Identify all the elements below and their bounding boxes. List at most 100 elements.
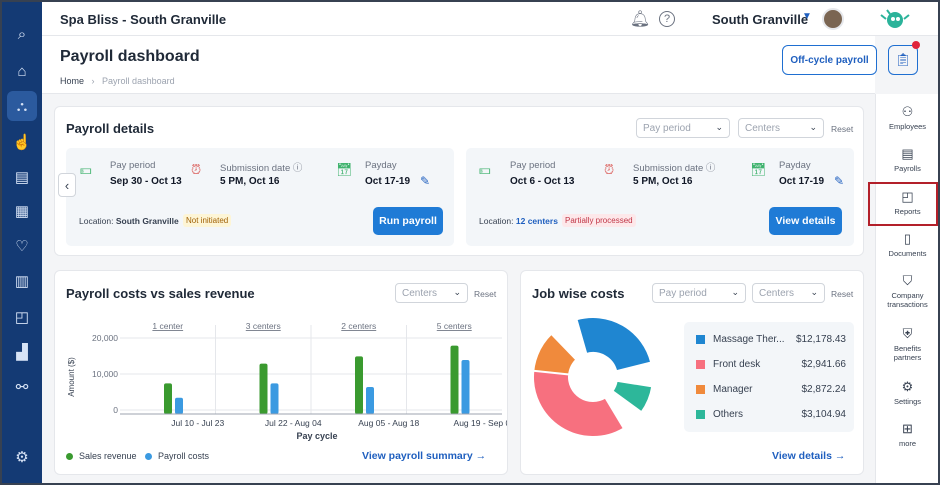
chevron-down-icon: ⌄ [809,122,817,132]
centers-select[interactable]: Centers ⌄ [738,118,824,138]
logo-icon [878,7,912,31]
info-icon[interactable]: ⓘ [706,163,716,174]
submission-date-value: 5 PM, Oct 16 [220,176,280,187]
x-tick-label: Aug 19 - Sep 01 [454,418,507,428]
breadcrumb-current: Payroll dashboard [102,76,175,86]
more-icon: ⊞ [902,421,913,436]
search-icon[interactable]: ⌕ [10,22,34,46]
home-icon[interactable]: ⌂ [10,59,34,83]
chart-icon[interactable]: ◰ [10,305,34,329]
settings-icon: ⚙ [901,379,914,394]
donut-slice-1[interactable] [532,369,625,438]
payday-label: Payday [779,160,811,171]
view-details-button[interactable]: View details [769,207,842,235]
reset-link[interactable]: Reset [474,289,496,299]
chevron-down-icon: ⌄ [731,287,739,297]
off-cycle-payroll-button[interactable]: Off-cycle payroll [782,45,877,75]
location-selector[interactable]: South Granville [712,12,808,27]
pay-period-select[interactable]: Pay period ⌄ [652,283,746,303]
payroll-nav-icon[interactable]: ⛬ [7,91,37,121]
payrolls-icon: ▤ [901,146,914,161]
schedule-icon[interactable]: ▥ [10,269,34,293]
payday-calendar-icon: 📅︎ [336,162,353,177]
donut-slice-3[interactable] [611,379,654,414]
legend-row: Others $3,104.94 [696,409,846,420]
heart-icon[interactable]: ♡ [10,234,34,258]
job-costs-title: Job wise costs [532,286,625,301]
reset-link[interactable]: Reset [831,124,853,134]
group-label[interactable]: 1 center [152,321,183,331]
group-label[interactable]: 2 centers [341,321,376,331]
bar-payroll[interactable] [175,397,183,414]
pay-period-select[interactable]: Pay period ⌄ [636,118,730,138]
view-payroll-summary-link[interactable]: View payroll summary → [362,450,486,462]
arrow-right-icon: → [475,450,487,462]
right-nav-settings[interactable]: ⚙ Settings [876,379,938,406]
message-icon[interactable]: ▤ [10,165,34,189]
y-tick-label: 20,000 [92,333,118,343]
submission-date-label: Submission date ⓘ [220,163,303,174]
chevron-left-icon[interactable]: ‹ [58,173,76,197]
legend-row: Manager $2,872.24 [696,384,846,395]
page-title: Payroll dashboard [60,48,200,65]
analytics-icon[interactable]: ▟ [10,340,34,364]
bar-payroll[interactable] [461,360,470,414]
chevron-down-icon: ⌄ [453,287,461,297]
bell-icon[interactable]: 🔔︎ [630,10,650,28]
x-tick-label: Jul 10 - Jul 23 [171,418,224,428]
group-label[interactable]: 5 centers [437,321,472,331]
right-nav-employees[interactable]: ⚇ Employees [876,104,938,131]
bar-payroll[interactable] [366,387,374,414]
donut-slice-0[interactable] [575,316,653,373]
bar-payroll[interactable] [270,383,279,414]
bar-sales[interactable] [450,345,459,414]
bar-sales[interactable] [164,383,172,414]
right-nav-benefits-partners[interactable]: ⛨ Benefits partners [876,326,938,362]
clipboard-icon[interactable]: 📋︎ [888,45,918,75]
pay-period-label: Pay period [510,160,556,171]
right-nav: ⚇ Employees ▤ Payrolls ◰ Reports ▯ Documents… [875,94,938,483]
pay-period-value: Oct 6 - Oct 13 [510,176,575,187]
chevron-down-icon[interactable]: ▼ [802,11,812,22]
legend-sales-revenue: Sales revenue [66,451,137,461]
avatar[interactable] [822,8,844,30]
alarm-clock-icon: ⏰︎ [604,162,615,177]
status-badge: Not initiated [183,214,232,227]
bar-sales[interactable] [355,356,363,414]
left-nav: ⌕ ⌂ ⛬ ☝ ▤ ▦ ♡ ▥ ◰ ▟ ⚯ ⚙ [2,2,42,483]
centers-select[interactable]: Centers ⌄ [395,283,468,303]
bar-sales[interactable] [259,363,268,414]
edit-pencil-icon[interactable]: ✎ [834,174,844,188]
touch-icon[interactable]: ☝ [10,130,34,154]
notification-dot [912,41,920,49]
right-nav-documents[interactable]: ▯ Documents [876,231,938,258]
right-nav-company-transactions[interactable]: ⛉ Company transactions [876,273,938,309]
submission-date-label: Submission date ⓘ [633,163,716,174]
submission-date-value: 5 PM, Oct 16 [633,176,693,187]
view-details-link[interactable]: View details → [772,450,845,462]
legend-row: Massage Ther... $12,178.43 [696,334,846,345]
breadcrumb-home[interactable]: Home [60,76,84,86]
payday-value: Oct 17-19 [365,176,411,187]
pay-period-label: Pay period [110,160,156,171]
reset-link[interactable]: Reset [831,289,853,299]
edit-pencil-icon[interactable]: ✎ [420,174,430,188]
settings-icon[interactable]: ⚙ [10,445,34,469]
y-axis-label: Amount ($) [67,357,76,397]
x-axis-label: Pay cycle [296,431,337,441]
breadcrumb-separator-icon: › [86,76,100,86]
calendar-icon[interactable]: ▦ [10,199,34,223]
centers-select[interactable]: Centers ⌄ [752,283,825,303]
integration-icon[interactable]: ⚯ [10,375,34,399]
donut-chart [532,316,654,438]
right-nav-more[interactable]: ⊞ more [876,421,938,448]
group-label[interactable]: 3 centers [246,321,281,331]
info-icon[interactable]: ⓘ [293,163,303,174]
right-nav-payrolls[interactable]: ▤ Payrolls [876,146,938,173]
run-payroll-button[interactable]: Run payroll [373,207,443,235]
y-tick-label: 0 [113,405,118,415]
documents-icon: ▯ [903,231,912,246]
pay-period-value: Sep 30 - Oct 13 [110,176,182,187]
help-icon[interactable]: ? [659,11,675,27]
benefits-partners-icon: ⛨ [902,326,913,341]
